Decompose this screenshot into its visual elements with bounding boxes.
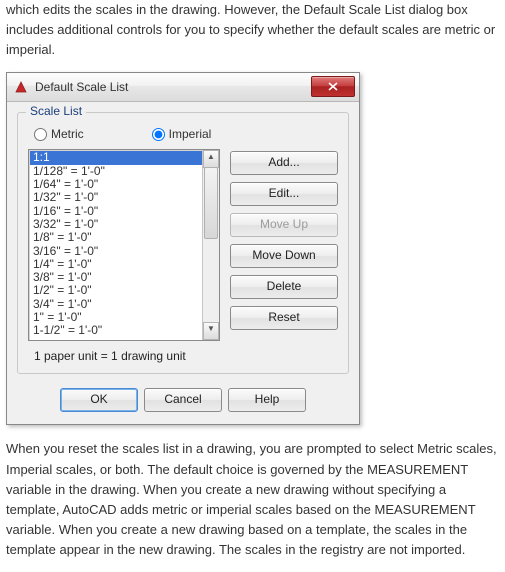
group-label: Scale List: [26, 104, 86, 118]
side-button-column: Add... Edit... Move Up Move Down Delete …: [230, 149, 338, 341]
radio-imperial-label: Imperial: [169, 127, 212, 141]
scroll-up-icon[interactable]: ▲: [203, 150, 219, 168]
listbox-scrollbar[interactable]: ▲ ▼: [202, 150, 219, 340]
dialog-title: Default Scale List: [35, 80, 128, 94]
doc-paragraph-top: which edits the scales in the drawing. H…: [6, 0, 499, 60]
default-scale-list-dialog: Default Scale List Scale List Metric Imp…: [6, 72, 360, 425]
radio-metric-input[interactable]: [34, 128, 47, 141]
title-bar[interactable]: Default Scale List: [7, 73, 359, 102]
move-down-button[interactable]: Move Down: [230, 244, 338, 268]
list-item[interactable]: 1/32" = 1'-0": [30, 191, 202, 204]
radio-imperial-input[interactable]: [152, 128, 165, 141]
delete-button[interactable]: Delete: [230, 275, 338, 299]
list-item[interactable]: 1/4" = 1'-0": [30, 258, 202, 271]
scroll-thumb[interactable]: [204, 167, 218, 239]
close-button[interactable]: [311, 76, 355, 97]
list-item[interactable]: 3/4" = 1'-0": [30, 298, 202, 311]
ok-button[interactable]: OK: [60, 388, 138, 412]
radio-metric-label: Metric: [51, 127, 84, 141]
unit-radio-row: Metric Imperial: [34, 127, 338, 141]
app-icon: [13, 79, 29, 95]
list-item[interactable]: 1/128" = 1'-0": [30, 165, 202, 178]
edit-button[interactable]: Edit...: [230, 182, 338, 206]
doc-paragraph-bottom: When you reset the scales list in a draw…: [6, 439, 499, 560]
dialog-button-row: OK Cancel Help: [17, 388, 349, 412]
scale-listbox[interactable]: 1:11/128" = 1'-0"1/64" = 1'-0"1/32" = 1'…: [28, 149, 220, 341]
list-item[interactable]: 3/32" = 1'-0": [30, 218, 202, 231]
list-item[interactable]: 3/16" = 1'-0": [30, 245, 202, 258]
close-icon: [328, 82, 338, 91]
list-item[interactable]: 1-1/2" = 1'-0": [30, 324, 202, 337]
radio-metric[interactable]: Metric: [34, 127, 84, 141]
list-item[interactable]: 1" = 1'-0": [30, 311, 202, 324]
list-item[interactable]: 1/8" = 1'-0": [30, 231, 202, 244]
dialog-body: Scale List Metric Imperial 1:11/128" = 1…: [7, 102, 359, 424]
help-button[interactable]: Help: [228, 388, 306, 412]
radio-imperial[interactable]: Imperial: [152, 127, 212, 141]
add-button[interactable]: Add...: [230, 151, 338, 175]
paper-unit-note: 1 paper unit = 1 drawing unit: [34, 349, 338, 363]
cancel-button[interactable]: Cancel: [144, 388, 222, 412]
scale-list-group: Scale List Metric Imperial 1:11/128" = 1…: [17, 112, 349, 374]
list-item[interactable]: 1:1: [30, 151, 202, 164]
reset-button[interactable]: Reset: [230, 306, 338, 330]
list-item[interactable]: 3/8" = 1'-0": [30, 271, 202, 284]
move-up-button[interactable]: Move Up: [230, 213, 338, 237]
list-item[interactable]: 1/2" = 1'-0": [30, 284, 202, 297]
list-item[interactable]: 1/16" = 1'-0": [30, 205, 202, 218]
list-item[interactable]: 1/64" = 1'-0": [30, 178, 202, 191]
scroll-down-icon[interactable]: ▼: [203, 322, 219, 340]
list-area: 1:11/128" = 1'-0"1/64" = 1'-0"1/32" = 1'…: [28, 149, 338, 341]
